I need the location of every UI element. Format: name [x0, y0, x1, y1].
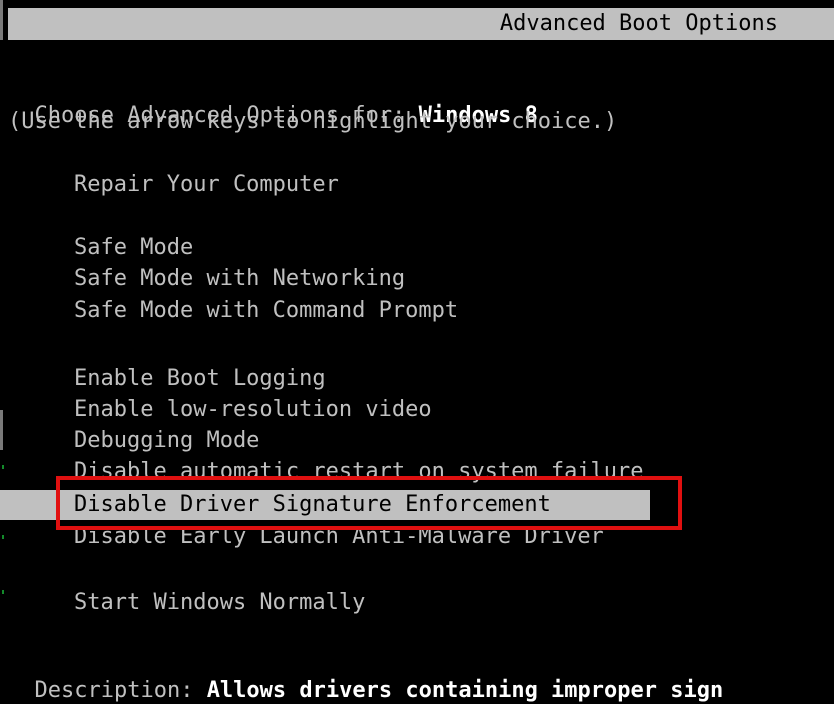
hint-line: (Use the arrow keys to highlight your ch… — [8, 109, 618, 134]
left-edge-artifact — [0, 410, 3, 450]
menu-item-safe-mode-cmd[interactable]: Safe Mode with Command Prompt — [74, 298, 458, 324]
menu-item-debugging[interactable]: Debugging Mode — [74, 428, 259, 454]
menu-item-safe-mode[interactable]: Safe Mode — [74, 235, 193, 261]
edge-pixel-artifact — [2, 465, 4, 469]
screen-title: Advanced Boot Options — [499, 11, 778, 36]
menu-item-repair[interactable]: Repair Your Computer — [74, 172, 339, 198]
menu-item-safe-mode-networking[interactable]: Safe Mode with Networking — [74, 266, 405, 292]
menu-item-boot-logging[interactable]: Enable Boot Logging — [74, 366, 326, 392]
edge-pixel-artifact — [2, 590, 4, 594]
left-edge-artifact — [0, 0, 3, 40]
menu-item-low-res[interactable]: Enable low-resolution video — [74, 397, 432, 423]
description-text: Allows drivers containing improper sign — [206, 678, 724, 703]
description-label: Description: — [34, 678, 207, 703]
red-callout-box — [56, 476, 682, 530]
description-line: Description: Allows drivers containing i… — [8, 652, 724, 704]
menu-item-start-normally[interactable]: Start Windows Normally — [74, 590, 365, 616]
edge-pixel-artifact — [2, 535, 4, 539]
title-bar: Advanced Boot Options — [8, 8, 834, 40]
